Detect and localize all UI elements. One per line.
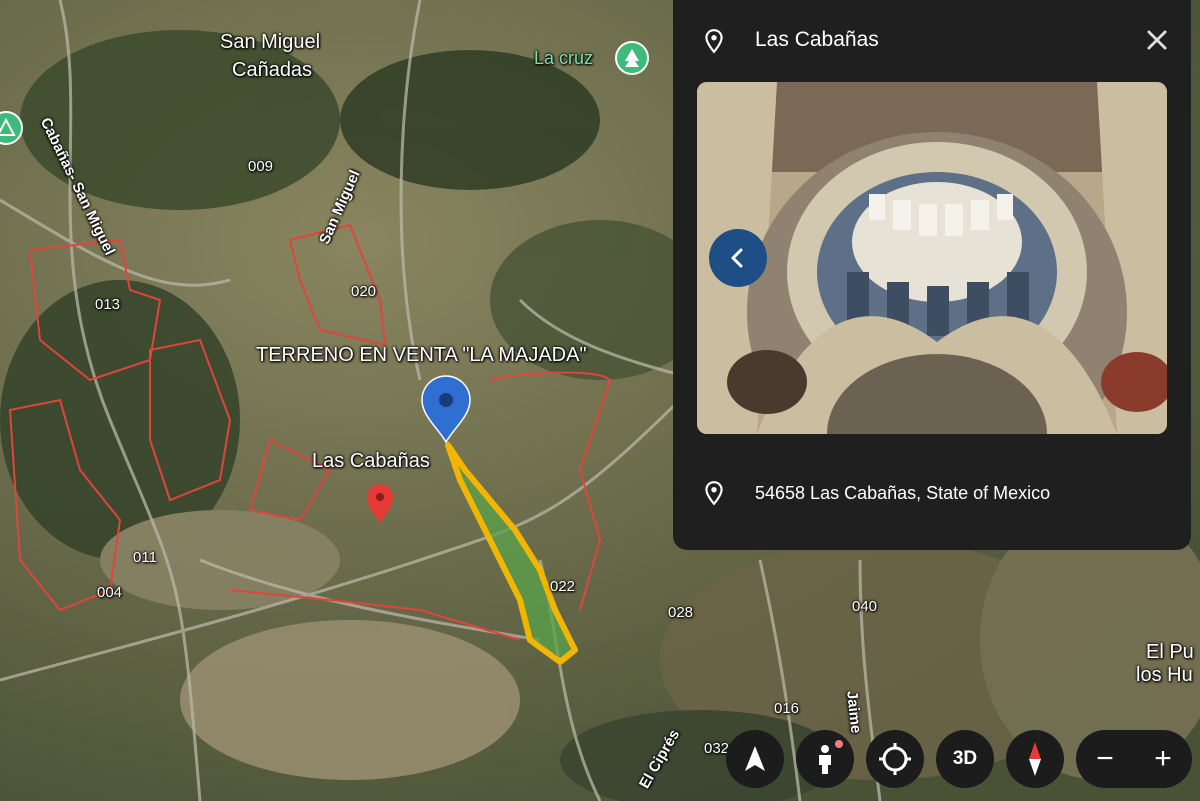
zoom-out-button[interactable]: − <box>1076 730 1134 788</box>
navigate-button[interactable] <box>726 730 784 788</box>
place-label-el-pu: El Pu <box>1146 641 1194 663</box>
plot-label: 004 <box>97 584 123 601</box>
chevron-left-icon <box>731 248 743 268</box>
park-marker[interactable] <box>615 41 649 75</box>
place-label-las-cabanas: Las Cabañas <box>312 450 430 472</box>
panel-address: 54658 Las Cabañas, State of Mexico <box>755 483 1051 503</box>
my-location-icon <box>879 743 911 775</box>
address-pin-icon <box>705 481 723 506</box>
navigate-arrow-icon <box>745 746 765 771</box>
zoom-in-button[interactable]: + <box>1134 730 1192 788</box>
plot-label: 016 <box>774 700 800 717</box>
plot-label: 009 <box>248 158 274 175</box>
3d-toggle-button[interactable]: 3D <box>936 730 994 788</box>
campground-marker[interactable] <box>0 111 23 145</box>
panel-title: Las Cabañas <box>755 28 879 51</box>
property-title-label: TERRENO EN VENTA "LA MAJADA" <box>256 344 587 366</box>
plot-label: 013 <box>95 296 121 313</box>
street-view-button[interactable] <box>796 730 854 788</box>
plot-label: 040 <box>852 598 878 615</box>
compass-button[interactable] <box>1006 730 1064 788</box>
zoom-control: − + <box>1076 730 1192 788</box>
compass-icon <box>1029 742 1041 776</box>
place-label-san-miguel: San Miguel <box>220 31 321 53</box>
place-photo[interactable] <box>697 82 1167 434</box>
plot-label: 020 <box>351 283 377 300</box>
location-pin-icon <box>705 29 723 54</box>
plot-label: 028 <box>668 604 694 621</box>
previous-photo-button[interactable] <box>709 229 767 287</box>
place-label-los-hu: los Hu <box>1136 664 1193 686</box>
plot-label: 011 <box>133 549 157 566</box>
close-icon[interactable] <box>1143 26 1171 54</box>
poi-label-la-cruz[interactable]: La cruz <box>534 48 593 69</box>
plot-label: 022 <box>550 578 576 595</box>
place-label-canadas: Cañadas <box>232 59 313 81</box>
my-location-button[interactable] <box>866 730 924 788</box>
pegman-icon <box>819 740 843 774</box>
